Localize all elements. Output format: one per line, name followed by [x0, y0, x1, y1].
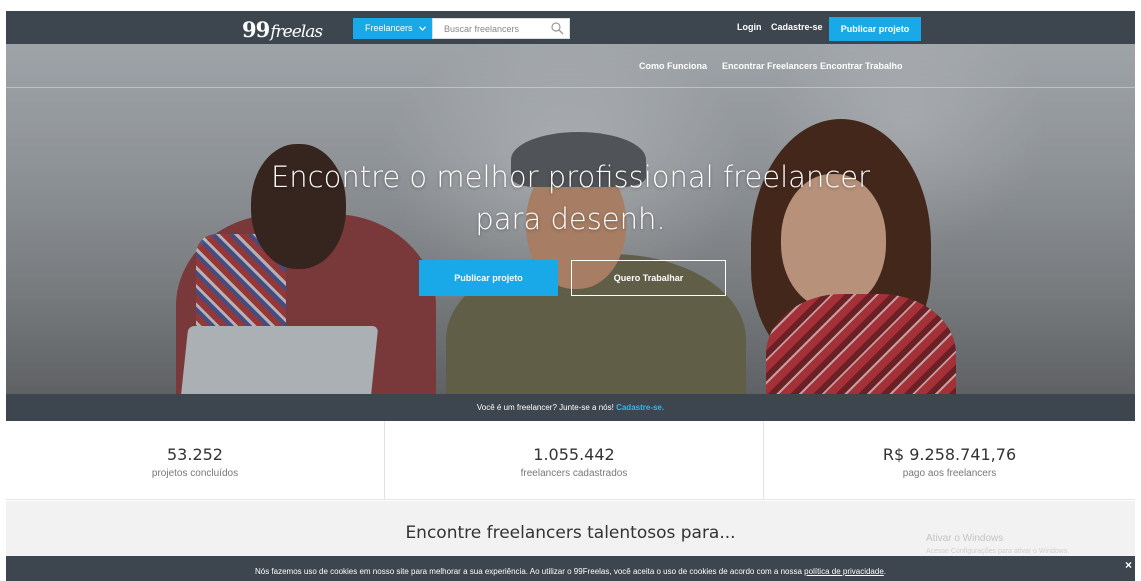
- stat-label: projetos concluídos: [151, 468, 239, 479]
- stat-value: R$ 9.258.741,76: [882, 445, 1017, 464]
- subnav-divider: [6, 87, 1135, 88]
- search-input[interactable]: Buscar freelancers: [432, 18, 570, 39]
- stat-value: 1.055.442: [533, 445, 615, 464]
- category-dropdown-label: Freelancers: [365, 23, 413, 33]
- windows-watermark-title: Ativar o Windows: [926, 533, 1004, 544]
- subnav-encontrar-trabalho[interactable]: Encontrar Trabalho: [820, 61, 903, 71]
- category-dropdown-button[interactable]: Freelancers: [353, 18, 432, 39]
- chevron-down-icon: [419, 18, 426, 39]
- subnav-encontrar-freelancers[interactable]: Encontrar Freelancers: [722, 61, 818, 71]
- windows-watermark-subtitle: Acesse Configurações para ativar o Windo…: [926, 548, 1070, 555]
- stat-projects: 53.252 projetos concluídos: [6, 421, 385, 500]
- join-banner: Você é um freelancer? Junte-se a nós! Ca…: [6, 394, 1135, 421]
- stat-paid: R$ 9.258.741,76 pago aos freelancers: [764, 421, 1135, 500]
- stat-label: pago aos freelancers: [902, 468, 997, 479]
- logo[interactable]: 99freelas: [242, 17, 323, 42]
- hero-want-to-work-button[interactable]: Quero Trabalhar: [571, 260, 726, 296]
- hero-headline: Encontre o melhor profissional freelance…: [6, 156, 1135, 240]
- hero-headline-line-1: Encontre o melhor profissional freelance…: [270, 160, 871, 194]
- join-signup-link[interactable]: Cadastre-se.: [616, 403, 664, 412]
- privacy-policy-link[interactable]: política de privacidade: [804, 567, 884, 576]
- join-text: Você é um freelancer? Junte-se a nós!: [476, 403, 614, 412]
- hero-publish-project-button[interactable]: Publicar projeto: [419, 260, 558, 296]
- cookie-text-end: .: [883, 567, 887, 576]
- top-navbar: 99freelas Freelancers Buscar freelancers…: [6, 11, 1135, 44]
- subnav-como-funciona[interactable]: Como Funciona: [639, 61, 707, 71]
- hero-section: Como Funciona Encontrar Freelancers Enco…: [6, 44, 1135, 394]
- cookie-text: Nós fazemos uso de cookies em nosso site…: [254, 567, 802, 576]
- hero-headline-line-2: para desenh.: [475, 202, 666, 236]
- stats-section: 53.252 projetos concluídos 1.055.442 fre…: [6, 421, 1135, 500]
- signup-link[interactable]: Cadastre-se: [771, 22, 823, 32]
- cookie-banner: Nós fazemos uso de cookies em nosso site…: [6, 556, 1135, 581]
- stat-label: freelancers cadastrados: [520, 468, 628, 479]
- stat-value: 53.252: [167, 445, 223, 464]
- logo-text: freelas: [270, 22, 323, 42]
- login-link[interactable]: Login: [737, 22, 762, 32]
- close-icon[interactable]: ×: [1125, 549, 1132, 581]
- search-placeholder: Buscar freelancers: [444, 24, 520, 34]
- search-icon[interactable]: [550, 21, 565, 36]
- publish-project-button[interactable]: Publicar projeto: [829, 17, 921, 41]
- stat-freelancers: 1.055.442 freelancers cadastrados: [385, 421, 764, 500]
- logo-number: 99: [242, 17, 270, 42]
